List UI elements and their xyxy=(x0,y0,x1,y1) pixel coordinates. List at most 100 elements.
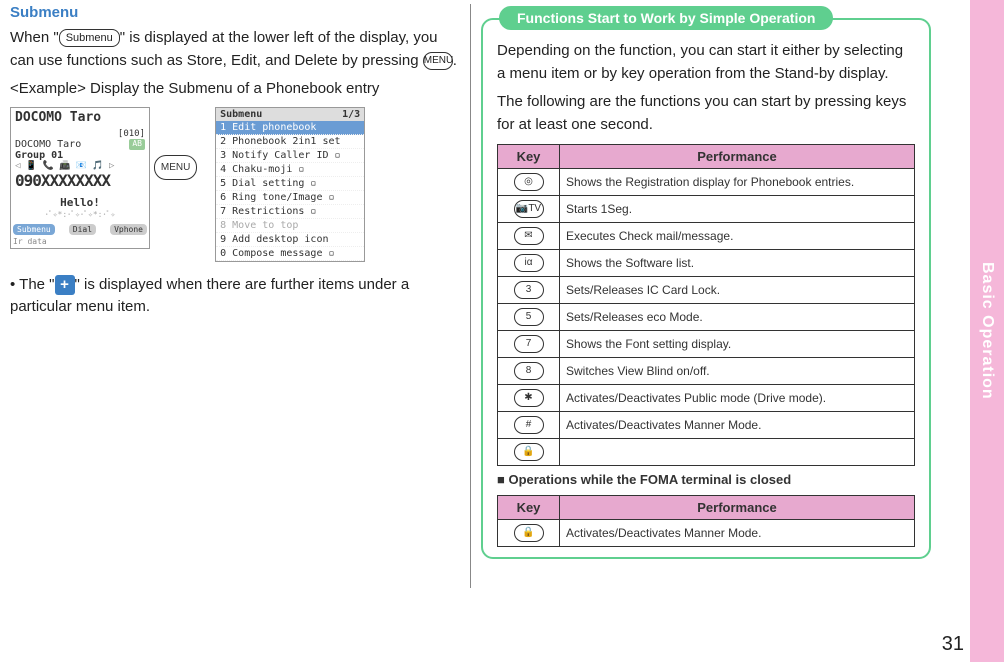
callout-intro-1: Depending on the function, you can start… xyxy=(497,40,915,85)
key-icon: # xyxy=(514,416,544,434)
phone-row: DOCOMO Taro [010] DOCOMO Taro AB Group 0… xyxy=(10,107,460,262)
key-cell: 3 xyxy=(498,277,560,304)
submenu-paragraph: When "Submenu" is displayed at the lower… xyxy=(10,27,460,72)
key-cell: ✉ xyxy=(498,223,560,250)
performance-cell: Shows the Registration display for Phone… xyxy=(560,169,915,196)
table-row: ✱ Activates/Deactivates Public mode (Driv… xyxy=(498,385,915,412)
table-row: 📷TV Starts 1Seg. xyxy=(498,196,915,223)
key-icon: 5 xyxy=(514,308,544,326)
performance-cell: Starts 1Seg. xyxy=(560,196,915,223)
plus-icon: + xyxy=(55,275,75,295)
table-row: iα Shows the Software list. xyxy=(498,250,915,277)
submenu-item: 9 Add desktop icon xyxy=(216,233,364,247)
table-row: 5 Sets/Releases eco Mode. xyxy=(498,304,915,331)
table-row: ◎ Shows the Registration display for Phon… xyxy=(498,169,915,196)
menu-key-large: MENU xyxy=(154,155,197,180)
softkey-irdata: Ir data xyxy=(11,237,149,248)
softkey-submenu: Submenu xyxy=(13,224,55,235)
entry-hello: Hello! xyxy=(15,196,145,209)
entry-title: DOCOMO Taro xyxy=(11,108,149,127)
key-icon: 3 xyxy=(514,281,544,299)
key-icon: 7 xyxy=(514,335,544,353)
submenu-heading: Submenu xyxy=(10,4,460,21)
key-cell: 🔒 xyxy=(498,439,560,466)
submenu-item: 5 Dial setting ▫ xyxy=(216,177,364,191)
performance-cell: Sets/Releases eco Mode. xyxy=(560,304,915,331)
submenu-item: 4 Chaku-moji ▫ xyxy=(216,163,364,177)
entry-group: Group 01 xyxy=(15,150,145,161)
key-icon: ✱ xyxy=(514,389,544,407)
key-icon: ◎ xyxy=(514,173,544,191)
menu-key-icon: MENU xyxy=(423,52,453,70)
further-items-note: • The "+" is displayed when there are fu… xyxy=(10,274,460,319)
key-cell: 🔒 xyxy=(498,520,560,547)
example-line: <Example> Display the Submenu of a Phone… xyxy=(10,78,460,101)
submenu-list: 1 Edit phonebook2 Phonebook 2in1 set3 No… xyxy=(216,121,364,261)
table-row: # Activates/Deactivates Manner Mode. xyxy=(498,412,915,439)
side-label-text: Basic Operation xyxy=(978,262,996,400)
key-cell: ◎ xyxy=(498,169,560,196)
performance-cell: Activates/Deactivates Manner Mode. xyxy=(560,520,915,547)
callout-title: Functions Start to Work by Simple Operat… xyxy=(499,6,833,30)
key-performance-table-closed: Key Performance 🔒 Activates/Deactivates M… xyxy=(497,495,915,547)
performance-cell: Sets/Releases IC Card Lock. xyxy=(560,277,915,304)
submenu-item: 1 Edit phonebook xyxy=(216,121,364,135)
submenu-item: 8 Move to top xyxy=(216,219,364,233)
key-cell: 📷TV xyxy=(498,196,560,223)
table-row: 7 Shows the Font setting display. xyxy=(498,331,915,358)
phonebook-entry-screen: DOCOMO Taro [010] DOCOMO Taro AB Group 0… xyxy=(10,107,150,249)
table-row: ✉ Executes Check mail/message. xyxy=(498,223,915,250)
performance-cell: Shows the Software list. xyxy=(560,250,915,277)
key-icon: 8 xyxy=(514,362,544,380)
entry-count: [010] xyxy=(15,129,145,139)
table2-header-key: Key xyxy=(498,496,560,520)
table-row: 🔒 xyxy=(498,439,915,466)
key-cell: # xyxy=(498,412,560,439)
table-header-key: Key xyxy=(498,145,560,169)
closed-operations-heading: Operations while the FOMA terminal is cl… xyxy=(497,472,915,487)
table-row: 🔒 Activates/Deactivates Manner Mode. xyxy=(498,520,915,547)
key-cell: 5 xyxy=(498,304,560,331)
left-column: Submenu When "Submenu" is displayed at t… xyxy=(0,0,470,592)
callout-intro-2: The following are the functions you can … xyxy=(497,91,915,136)
submenu-item: 0 Compose message ▫ xyxy=(216,247,364,261)
performance-cell: Switches View Blind on/off. xyxy=(560,358,915,385)
submenu-item: 2 Phonebook 2in1 set xyxy=(216,135,364,149)
submenu-popup: Submenu 1/3 1 Edit phonebook2 Phonebook … xyxy=(215,107,365,262)
performance-cell xyxy=(560,439,915,466)
table-header-performance: Performance xyxy=(560,145,915,169)
softkey-vphone: Vphone xyxy=(110,224,147,235)
softkey-dial: Dial xyxy=(69,224,96,235)
key-performance-table: Key Performance ◎ Shows the Registration … xyxy=(497,144,915,466)
key-cell: ✱ xyxy=(498,385,560,412)
page-body: Submenu When "Submenu" is displayed at t… xyxy=(0,0,1004,592)
entry-number: 090XXXXXXXX xyxy=(15,171,145,190)
key-icon: 🔒 xyxy=(514,443,544,461)
right-column: Functions Start to Work by Simple Operat… xyxy=(471,0,941,592)
functions-callout: Functions Start to Work by Simple Operat… xyxy=(481,18,931,559)
key-icon: 📷TV xyxy=(514,200,544,218)
side-label: Basic Operation xyxy=(970,0,1004,662)
key-cell: 7 xyxy=(498,331,560,358)
table-row: 8 Switches View Blind on/off. xyxy=(498,358,915,385)
submenu-popup-title: Submenu xyxy=(220,109,262,120)
performance-cell: Activates/Deactivates Manner Mode. xyxy=(560,412,915,439)
key-icon: 🔒 xyxy=(514,524,544,542)
key-icon: ✉ xyxy=(514,227,544,245)
table2-header-performance: Performance xyxy=(560,496,915,520)
page-number: 31 xyxy=(942,633,964,656)
submenu-item: 3 Notify Caller ID ▫ xyxy=(216,149,364,163)
key-cell: 8 xyxy=(498,358,560,385)
submenu-popup-page: 1/3 xyxy=(342,109,360,120)
submenu-item: 6 Ring tone/Image ▫ xyxy=(216,191,364,205)
entry-name: DOCOMO Taro xyxy=(15,139,81,150)
performance-cell: Activates/Deactivates Public mode (Drive… xyxy=(560,385,915,412)
performance-cell: Shows the Font setting display. xyxy=(560,331,915,358)
submenu-soft-key: Submenu xyxy=(59,29,120,48)
key-icon: iα xyxy=(514,254,544,272)
key-cell: iα xyxy=(498,250,560,277)
performance-cell: Executes Check mail/message. xyxy=(560,223,915,250)
reading-badge: AB xyxy=(129,139,145,150)
submenu-item: 7 Restrictions ▫ xyxy=(216,205,364,219)
table-row: 3 Sets/Releases IC Card Lock. xyxy=(498,277,915,304)
